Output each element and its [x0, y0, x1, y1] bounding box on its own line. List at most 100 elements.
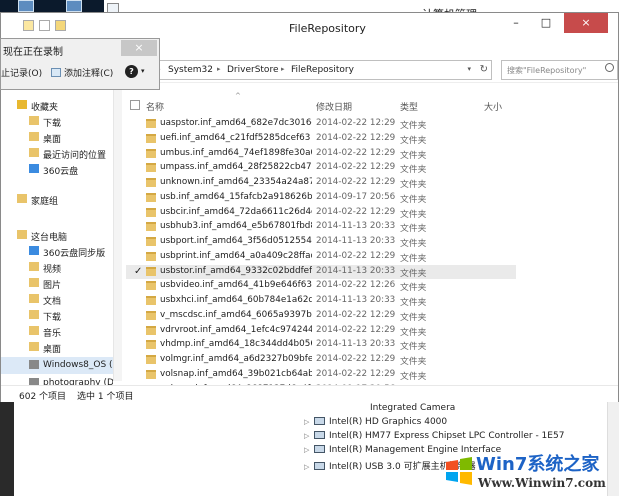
nav-item[interactable]: 桌面 [1, 129, 113, 146]
file-row[interactable]: unknown.inf_amd64_23354a24a87... 2014-02-… [126, 176, 516, 190]
row-checkbox-icon[interactable]: ✓ [134, 266, 142, 277]
file-date: 2014-02-22 12:29 [316, 206, 396, 217]
file-row[interactable]: uefi.inf_amd64_c21fdf5285dcef63 2014-02-2… [126, 132, 516, 146]
folder-icon [146, 325, 156, 335]
breadcrumb-driverstore[interactable]: DriverStore [227, 65, 278, 75]
folder-icon [146, 340, 156, 350]
help-button[interactable]: ? [125, 65, 138, 78]
file-date: 2014-02-22 12:29 [316, 368, 396, 379]
maximize-button[interactable]: □ [531, 13, 561, 33]
expand-arrow-icon[interactable]: ▷ [304, 446, 314, 454]
explorer-title: FileRepository [289, 22, 366, 35]
refresh-icon[interactable]: ↻ [480, 64, 488, 75]
nav-item[interactable]: 360云盘同步版 [1, 243, 113, 260]
file-row[interactable]: usb.inf_amd64_15fafcb2a918626b 2014-09-17… [126, 191, 516, 205]
column-type[interactable]: 类型 [400, 100, 418, 113]
watermark: Win7系统之家 Www.Winwin7.com [444, 448, 619, 496]
file-row[interactable]: ✓ usbstor.inf_amd64_9332c02bddfef... 2014-… [126, 264, 516, 279]
expand-arrow-icon[interactable]: ▷ [304, 463, 314, 471]
file-row[interactable]: usbcir.inf_amd64_72da6611c26d4d... 2014-0… [126, 206, 516, 220]
file-row[interactable]: usbxhci.inf_amd64_60b784e1a62d... 2014-11… [126, 294, 516, 308]
select-all-checkbox[interactable] [130, 100, 140, 110]
file-name: usbvideo.inf_amd64_41b9e646f634... [160, 280, 312, 291]
minimize-button[interactable]: – [501, 13, 531, 33]
file-name: usbprint.inf_amd64_a0a409c28ffad... [160, 250, 312, 261]
recorder-close-button[interactable]: × [121, 40, 157, 56]
column-name[interactable]: 名称 [146, 100, 164, 113]
file-row[interactable]: usbport.inf_amd64_3f56d05125545... 2014-1… [126, 235, 516, 249]
breadcrumb-separator-icon[interactable]: ▸ [217, 65, 221, 73]
nav-item-label: 视频 [43, 265, 62, 275]
nav-item[interactable]: 360云盘 [1, 161, 113, 178]
file-name: usbstor.inf_amd64_9332c02bddfef... [160, 265, 312, 276]
expand-arrow-icon[interactable]: ▷ [304, 432, 314, 440]
quick-access-folder-icon[interactable] [23, 20, 34, 31]
quick-access-new-folder-icon[interactable] [55, 20, 66, 31]
breadcrumb-filerepository[interactable]: FileRepository [291, 65, 354, 75]
folder-icon [146, 133, 156, 143]
nav-item[interactable]: 桌面 [1, 339, 113, 356]
device-item[interactable]: ▷ Intel(R) HD Graphics 4000 [304, 417, 447, 427]
stop-record-button[interactable]: 止记录(O) [1, 66, 42, 79]
file-row[interactable]: volsnap.inf_amd64_39b021cb64ab... 2014-02… [126, 368, 516, 382]
file-date: 2014-02-22 12:29 [316, 354, 396, 364]
file-row[interactable]: usbprint.inf_amd64_a0a409c28ffad... 2014-… [126, 250, 516, 264]
file-row[interactable]: volmgr.inf_amd64_a6d2327b09bfe... 2014-02… [126, 353, 516, 367]
column-size[interactable]: 大小 [484, 100, 502, 113]
nav-item[interactable]: 图片 [1, 275, 113, 292]
usb-controller-icon [314, 462, 325, 470]
cloud-icon [29, 164, 39, 173]
nav-item-label: 这台电脑 [31, 233, 68, 243]
nav-item[interactable]: 下载 [1, 113, 113, 130]
navigation-scrollbar[interactable] [114, 85, 122, 381]
file-type: 文件夹 [400, 135, 427, 146]
file-date: 2014-02-22 12:29 [316, 132, 396, 143]
help-dropdown-icon[interactable]: ▾ [141, 67, 145, 75]
folder-icon [146, 296, 156, 305]
desktop-shortcut-icon[interactable] [18, 0, 34, 12]
computer-icon [17, 230, 27, 239]
breadcrumb-separator-icon[interactable]: ▸ [281, 65, 285, 73]
breadcrumb-system32[interactable]: System32 [168, 65, 213, 75]
column-header: 名称 修改日期 类型 大小 [126, 97, 618, 115]
file-row[interactable]: uaspstor.inf_amd64_682e7dc3016c... 2014-0… [126, 117, 516, 131]
column-modified[interactable]: 修改日期 [316, 100, 352, 113]
nav-item[interactable]: 最近访问的位置 [1, 145, 113, 162]
nav-item[interactable]: Windows8_OS ( [1, 357, 113, 374]
nav-item[interactable]: 文档 [1, 291, 113, 308]
folder-icon [146, 237, 156, 246]
nav-item[interactable]: 这台电脑 [1, 227, 113, 244]
file-type: 文件夹 [400, 312, 427, 323]
file-date: 2014-02-22 12:29 [316, 118, 396, 128]
expand-arrow-icon[interactable]: ▷ [304, 418, 314, 426]
nav-item-label: 桌面 [43, 135, 62, 145]
file-row[interactable]: umbus.inf_amd64_74ef1898fe30a0... 2014-02… [126, 147, 516, 161]
nav-item[interactable]: 家庭组 [1, 191, 113, 208]
quick-access-properties-icon[interactable] [39, 20, 50, 31]
file-row[interactable]: usbvideo.inf_amd64_41b9e646f634... 2014-0… [126, 279, 516, 293]
search-icon [605, 63, 614, 72]
add-comment-button[interactable]: 添加注释(C) [51, 66, 113, 79]
search-input[interactable]: 搜索"FileRepository" [501, 60, 618, 80]
device-item[interactable]: ▷ Intel(R) HM77 Express Chipset LPC Contr… [304, 431, 564, 441]
file-row[interactable]: umpass.inf_amd64_28f25822cb473... 2014-02… [126, 161, 516, 175]
file-row[interactable]: usbhub3.inf_amd64_e5b67801fbd8... 2014-11… [126, 220, 516, 234]
close-button[interactable]: × [564, 13, 608, 33]
nav-item[interactable]: 音乐 [1, 323, 113, 340]
file-name: usbhub3.inf_amd64_e5b67801fbd8... [160, 221, 312, 232]
desktop-shortcut-icon[interactable] [66, 0, 82, 12]
nav-item[interactable]: 下载 [1, 307, 113, 324]
nav-item[interactable]: 视频 [1, 259, 113, 276]
file-type: 文件夹 [400, 239, 427, 249]
nav-item[interactable]: 收藏夹 [1, 97, 113, 114]
device-item[interactable]: Integrated Camera [370, 403, 455, 413]
file-row[interactable]: vhdmp.inf_amd64_18c344dd4b056... 2014-11-… [126, 338, 516, 352]
file-name: umpass.inf_amd64_28f25822cb473... [160, 162, 312, 173]
address-dropdown-icon[interactable]: ▾ [467, 65, 471, 73]
file-date: 2014-02-22 12:29 [316, 324, 396, 335]
file-row[interactable]: vdrvroot.inf_amd64_1efc4c974244... 2014-0… [126, 324, 516, 338]
address-bar[interactable]: ▸ System32 ▸ DriverStore ▸ FileRepositor… [150, 60, 492, 80]
file-name: uaspstor.inf_amd64_682e7dc3016c... [160, 118, 312, 128]
file-type: 文件夹 [400, 180, 427, 190]
file-row[interactable]: v_mscdsc.inf_amd64_6065a9397b8... 2014-02… [126, 309, 516, 323]
